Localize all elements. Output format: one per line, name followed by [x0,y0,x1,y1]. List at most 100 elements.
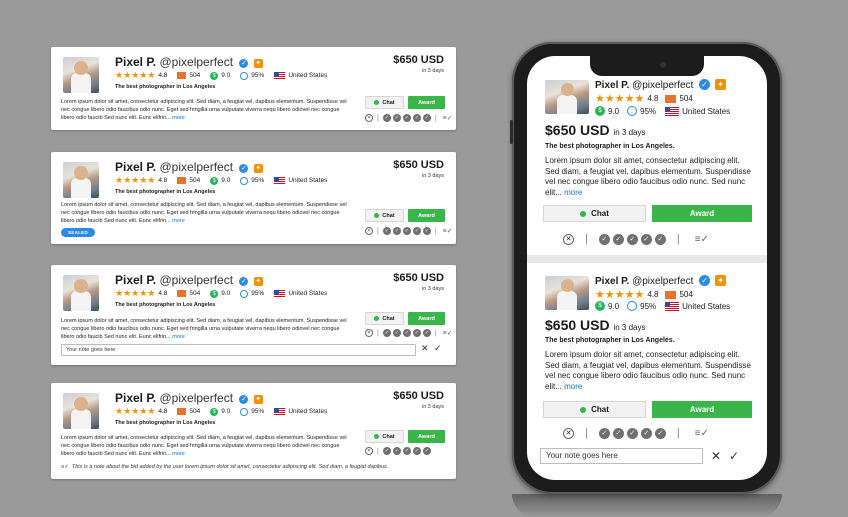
phone-reflection [512,494,782,517]
award-button[interactable]: Award [652,401,752,418]
add-note-icon[interactable]: ≡✓ [695,234,709,245]
check-icon[interactable]: ✓ [412,114,421,122]
freelancer-avatar[interactable] [63,275,99,311]
freelancer-stats: ★★★★★ 4.8 504 $ 9.0 95% United States [115,288,327,299]
check-icon[interactable]: ✓ [612,427,624,439]
check-icon[interactable]: ✓ [598,427,610,439]
bid-card-default: Pixel P. @pixelperfect ✓ ✦ ★★★★★ 4.8 504… [51,47,456,130]
add-note-icon[interactable]: ≡✓ [695,428,709,439]
freelancer-name[interactable]: Pixel P. @pixelperfect ✓ ✦ [115,160,263,174]
check-icon[interactable]: ✓ [654,233,666,245]
check-icon[interactable]: ✓ [612,233,624,245]
freelancer-name[interactable]: Pixel P. @pixelperfect ✓ ✦ [595,275,726,287]
reject-icon[interactable]: ✕ [365,447,373,455]
check-icon[interactable]: ✓ [412,447,421,455]
more-link[interactable]: more [564,382,582,391]
note-input[interactable]: Your note goes here [540,448,703,464]
verified-badge-icon: ✓ [239,395,249,404]
verified-badge-icon: ✓ [239,277,249,286]
check-icon[interactable]: ✓ [402,447,411,455]
divider: | [434,227,437,235]
add-note-icon[interactable]: ≡✓ [443,114,453,122]
check-icon[interactable]: ✓ [392,227,401,235]
award-button[interactable]: Award [652,205,752,222]
reject-icon[interactable]: ✕ [365,227,373,235]
freelancer-name[interactable]: Pixel P. @pixelperfect ✓ ✦ [115,273,263,287]
cancel-note-icon[interactable]: ✕ [421,343,429,354]
chat-button[interactable]: Chat [365,209,404,222]
divider: | [377,447,379,455]
freelancer-avatar[interactable] [63,57,99,93]
check-icon[interactable]: ✓ [626,427,638,439]
freelancer-avatar[interactable] [63,162,99,198]
check-icon[interactable]: ✓ [392,447,401,455]
reviews-icon [177,177,187,184]
save-note-icon[interactable]: ✓ [729,449,739,463]
reject-icon[interactable]: ✕ [365,329,373,337]
check-icon[interactable]: ✓ [392,329,401,337]
freelancer-avatar[interactable] [63,393,99,429]
check-icon[interactable]: ✓ [412,329,421,337]
saved-note[interactable]: ≡✓ This is a note about the bid added by… [61,464,388,470]
check-icon[interactable]: ✓ [422,114,431,122]
check-icon[interactable]: ✓ [640,233,652,245]
check-icon[interactable]: ✓ [382,447,391,455]
check-icon[interactable]: ✓ [422,447,431,455]
verified-badge-icon: ✓ [239,59,249,68]
check-icon[interactable]: ✓ [640,427,652,439]
country-name: United States [288,72,328,79]
name-text: Pixel P. [115,391,157,405]
reject-icon[interactable]: ✕ [563,427,574,439]
check-icon[interactable]: ✓ [392,114,401,122]
chat-button[interactable]: Chat [365,312,404,325]
chat-button[interactable]: Chat [365,96,404,109]
award-button[interactable]: Award [408,312,445,325]
us-flag-icon [274,290,286,297]
more-link[interactable]: more [172,334,185,340]
note-input[interactable]: Your note goes here [61,344,416,356]
chat-button[interactable]: Chat [543,401,646,418]
freelancer-name[interactable]: Pixel P. @pixelperfect ✓ ✦ [115,391,263,405]
handle-text: @pixelperfect [159,273,234,287]
check-icon[interactable]: ✓ [422,329,431,337]
chat-button[interactable]: Chat [543,205,646,222]
check-icon[interactable]: ✓ [402,329,411,337]
check-icon[interactable]: ✓ [422,227,431,235]
freelancer-avatar[interactable] [545,276,589,310]
bid-price: $650 USD in 3 days [545,122,646,138]
save-note-icon[interactable]: ✓ [434,343,442,354]
bid-card-sealed: Pixel P. @pixelperfect ✓ ✦ ★★★★★ 4.8 504… [51,152,456,244]
earnings-score-icon: $ [210,289,219,298]
name-text: Pixel P. [115,160,157,174]
bid-delivery: in 3 days [421,286,444,292]
more-link[interactable]: more [172,115,185,121]
more-link[interactable]: more [564,188,582,197]
award-button[interactable]: Award [408,209,445,222]
cancel-note-icon[interactable]: ✕ [711,449,721,463]
freelancer-name[interactable]: Pixel P. @pixelperfect ✓ ✦ [115,55,263,69]
name-text: Pixel P. [595,276,630,287]
more-link[interactable]: more [172,451,185,457]
check-icon[interactable]: ✓ [382,114,391,122]
check-icon[interactable]: ✓ [402,114,411,122]
freelancer-avatar[interactable] [545,80,589,114]
check-icon[interactable]: ✓ [598,233,610,245]
more-link[interactable]: more [172,218,185,224]
divider: | [585,427,588,439]
reject-icon[interactable]: ✕ [563,233,574,245]
check-icon[interactable]: ✓ [382,227,391,235]
award-button[interactable]: Award [408,430,445,443]
add-note-icon[interactable]: ≡✓ [443,227,453,235]
add-note-icon[interactable]: ≡✓ [443,329,453,337]
chat-button[interactable]: Chat [365,430,404,443]
freelancer-name[interactable]: Pixel P. @pixelperfect ✓ ✦ [595,79,726,91]
earnings-score-icon: $ [210,176,219,185]
check-icon[interactable]: ✓ [382,329,391,337]
check-icon[interactable]: ✓ [412,227,421,235]
check-icon[interactable]: ✓ [654,427,666,439]
award-button[interactable]: Award [408,96,445,109]
check-icon[interactable]: ✓ [402,227,411,235]
check-icon[interactable]: ✓ [626,233,638,245]
reject-icon[interactable]: ✕ [365,114,373,122]
chat-label: Chat [382,315,395,322]
